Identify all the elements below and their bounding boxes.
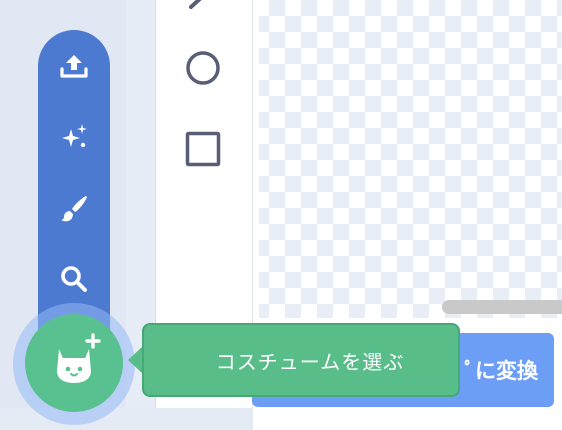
upload-costume-button[interactable] <box>56 50 92 86</box>
convert-button-label: ﾟに変換 <box>464 359 539 383</box>
tooltip-arrow <box>128 346 143 374</box>
rectangle-tool-button[interactable] <box>182 130 224 172</box>
line-tool-button[interactable] <box>182 0 224 20</box>
circle-tool-icon <box>183 48 223 92</box>
surprise-button[interactable] <box>56 121 92 157</box>
search-icon <box>58 263 90 299</box>
horizontal-scrollbar[interactable] <box>442 300 562 314</box>
line-tool-icon <box>183 0 223 21</box>
paint-button[interactable] <box>56 192 92 228</box>
paint-brush-icon <box>58 192 90 228</box>
choose-costume-tooltip: コスチュームを選ぶ <box>142 323 460 397</box>
cat-add-icon <box>44 331 104 395</box>
paint-canvas[interactable] <box>253 0 562 318</box>
choose-costume-search-button[interactable] <box>56 263 92 299</box>
tooltip-label: コスチュームを選ぶ <box>215 349 405 374</box>
choose-costume-button[interactable] <box>25 314 123 412</box>
surprise-sparkle-icon <box>58 121 90 157</box>
circle-tool-button[interactable] <box>182 49 224 91</box>
upload-icon <box>58 50 90 86</box>
canvas-border <box>253 0 259 318</box>
rectangle-tool-icon <box>183 129 223 173</box>
